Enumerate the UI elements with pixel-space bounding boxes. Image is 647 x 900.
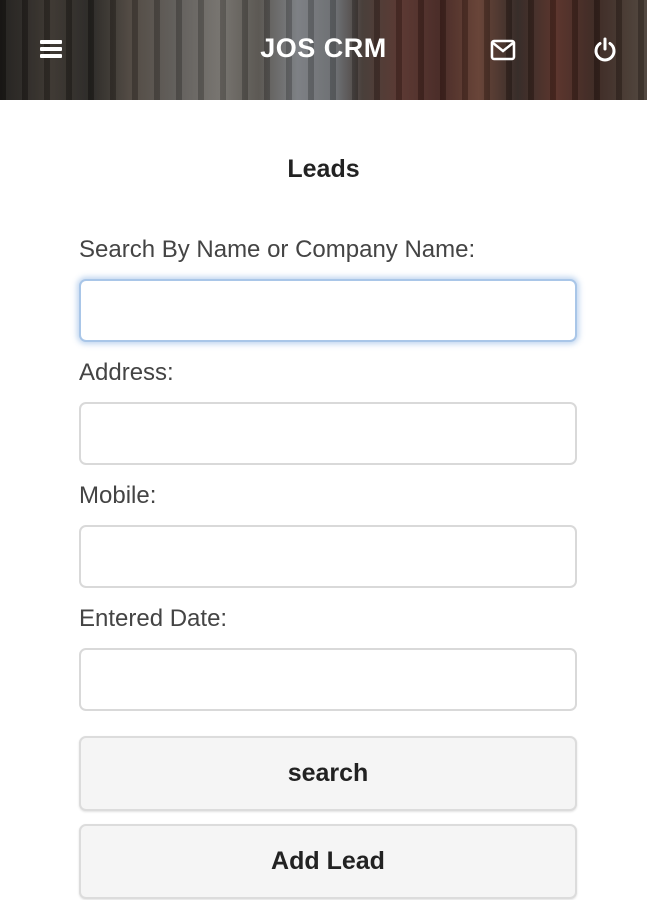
app-header: JOS CRM — [0, 0, 647, 100]
address-label: Address: — [79, 359, 174, 386]
address-input[interactable] — [79, 402, 577, 465]
entered-date-input[interactable] — [79, 648, 577, 711]
search-button[interactable]: search — [79, 736, 577, 811]
mobile-label: Mobile: — [79, 482, 157, 509]
app-title: JOS CRM — [260, 33, 387, 63]
lead-search-form: Search By Name or Company Name: Address:… — [79, 234, 577, 726]
search-label: Search By Name or Company Name: — [79, 236, 476, 263]
entered-date-label: Entered Date: — [79, 605, 228, 632]
search-input[interactable] — [79, 279, 577, 342]
add-lead-button[interactable]: Add Lead — [79, 824, 577, 899]
page-title: Leads — [287, 155, 360, 183]
power-icon[interactable] — [592, 37, 618, 63]
mail-icon[interactable] — [490, 39, 516, 61]
mobile-input[interactable] — [79, 525, 577, 588]
